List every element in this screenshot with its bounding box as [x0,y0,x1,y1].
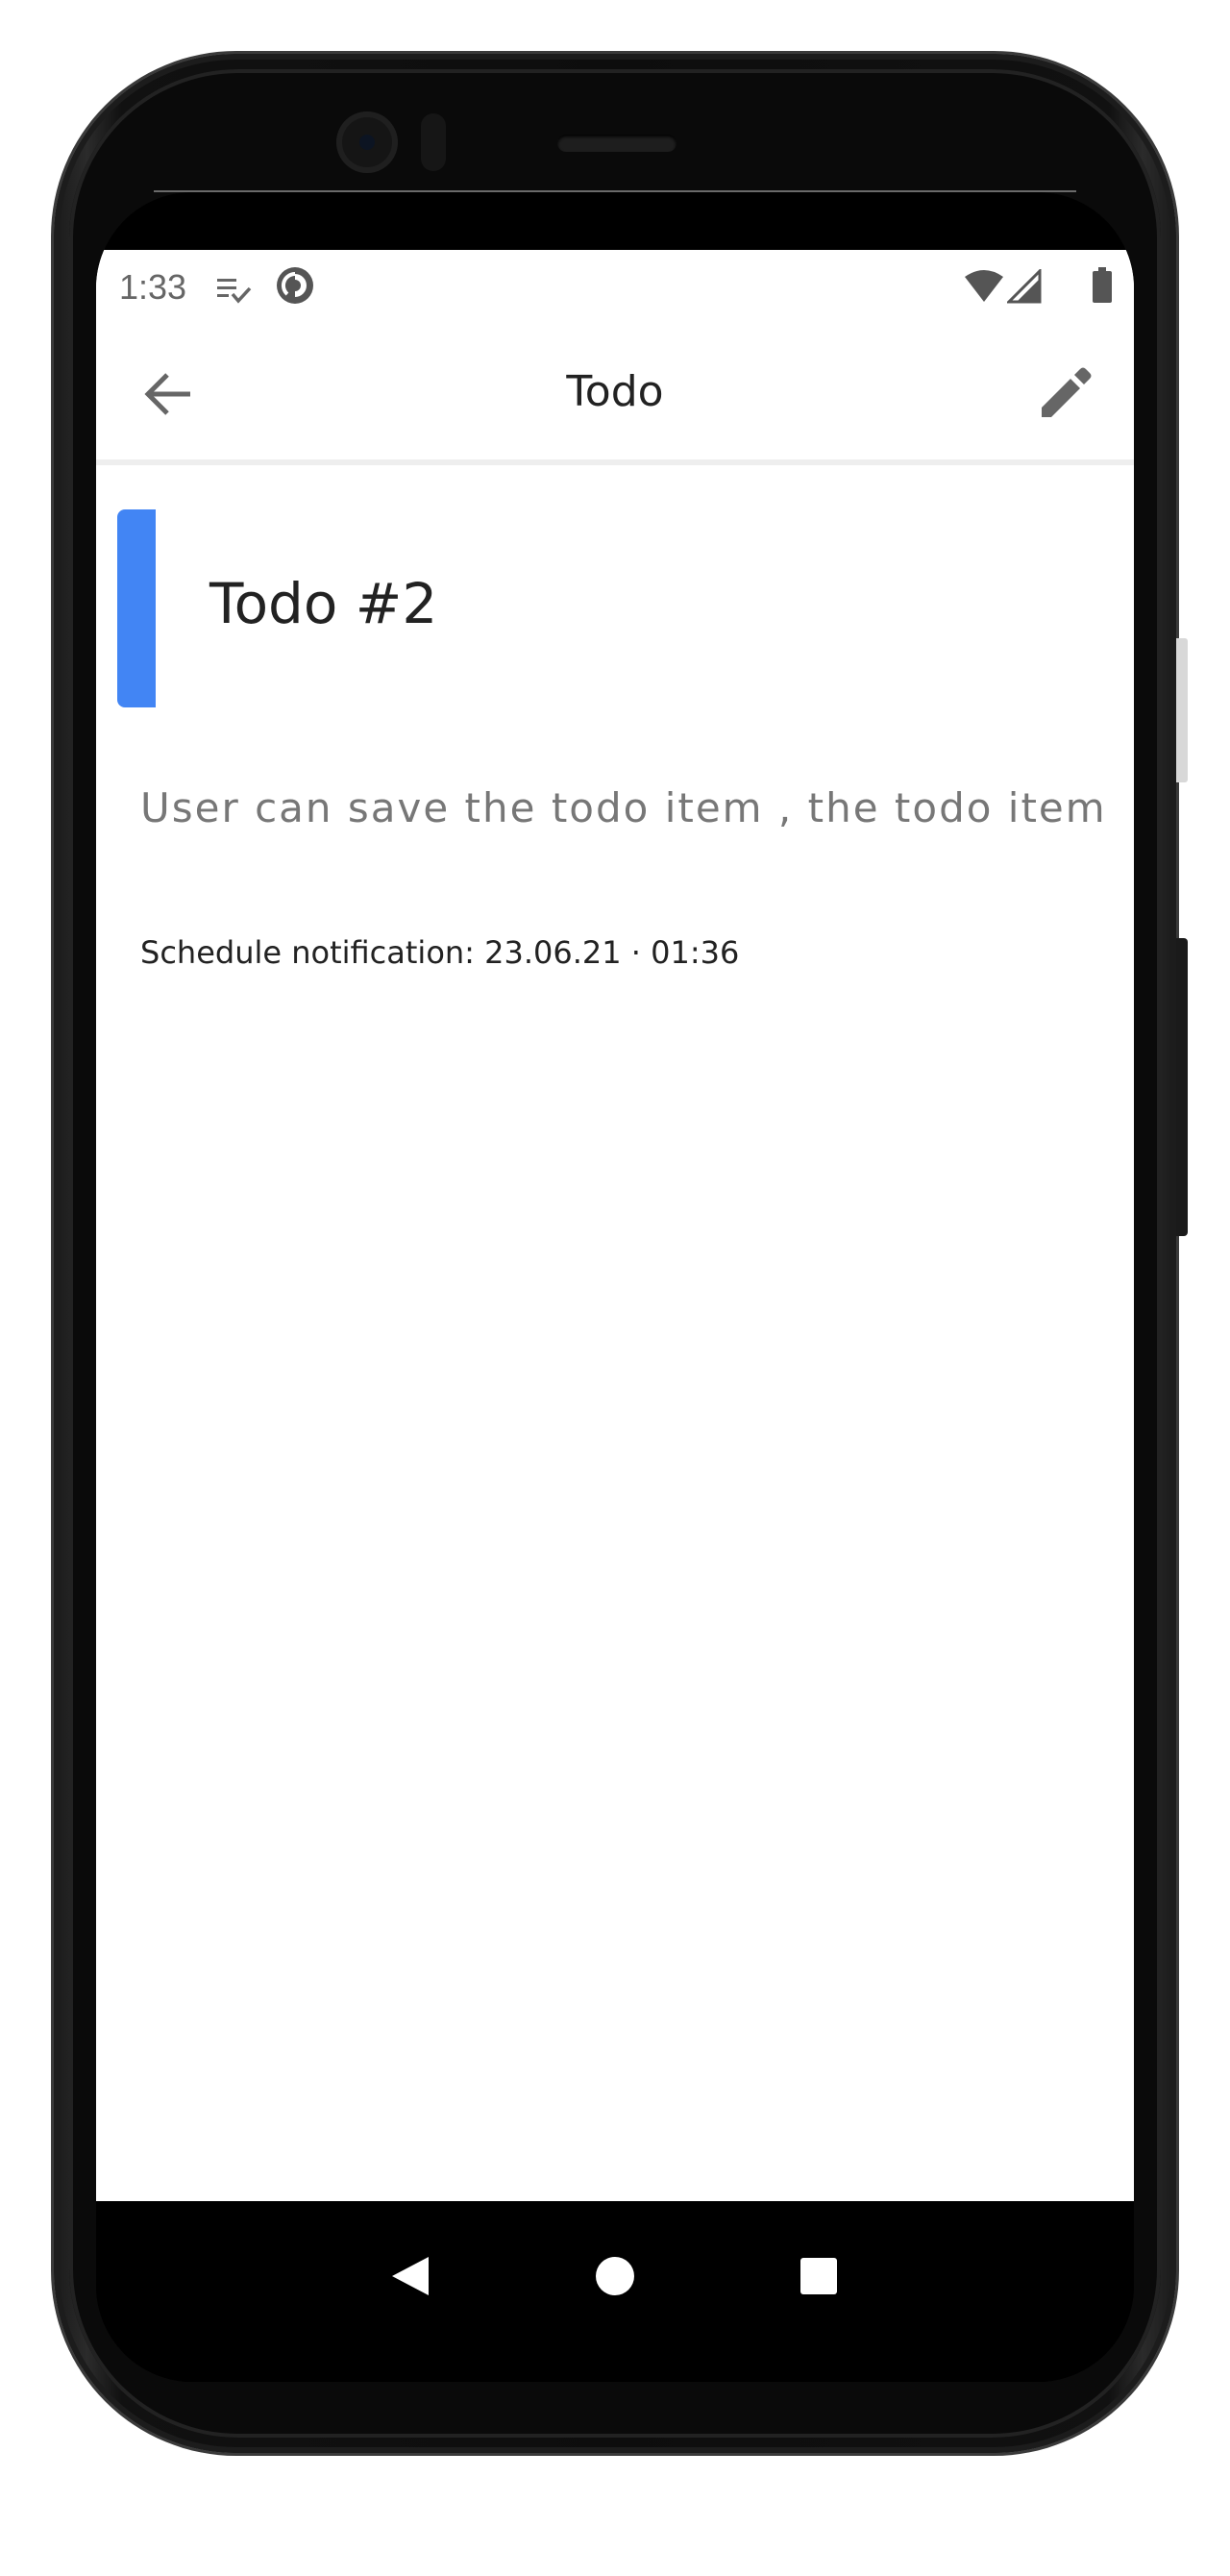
edit-button[interactable] [1034,363,1095,425]
screen-bezel: 1:33 Todo Todo #2 User can save the todo… [96,192,1134,2382]
wifi-icon [963,269,1005,309]
status-time: 1:33 [119,267,187,307]
screen-top-edge [154,190,1076,192]
todo-header: Todo #2 [117,509,1078,707]
recents-square-icon [780,2258,857,2318]
page-title: Todo [566,367,664,416]
earpiece-speaker [557,135,676,152]
nav-recents-button[interactable] [780,2238,857,2315]
proximity-sensor [421,113,446,171]
pocket-casts-icon [275,265,315,310]
playlist-check-icon [215,273,254,310]
nav-back-button[interactable] [371,2238,448,2315]
system-nav-bar [96,2201,1134,2382]
nav-home-button[interactable] [577,2238,653,2315]
todo-color-indicator [117,509,156,707]
side-button-volume [1176,938,1188,1236]
home-circle-icon [577,2257,653,2318]
front-camera [336,111,398,173]
status-bar: 1:33 [96,250,1134,327]
battery-icon [1092,267,1113,309]
schedule-notification: Schedule notification: 23.06.21 · 01:36 [140,934,740,971]
device-frame: 1:33 Todo Todo #2 User can save the todo… [0,0,1230,2576]
signal-icon [1005,267,1042,309]
back-triangle-icon [371,2257,448,2318]
app-bar: Todo [96,327,1134,465]
app-screen: 1:33 Todo Todo #2 User can save the todo… [96,250,1134,2201]
pencil-icon [1034,367,1095,429]
todo-description: User can save the todo item , the todo i… [140,784,1107,831]
side-button-power [1176,638,1188,782]
todo-title: Todo #2 [209,571,438,636]
